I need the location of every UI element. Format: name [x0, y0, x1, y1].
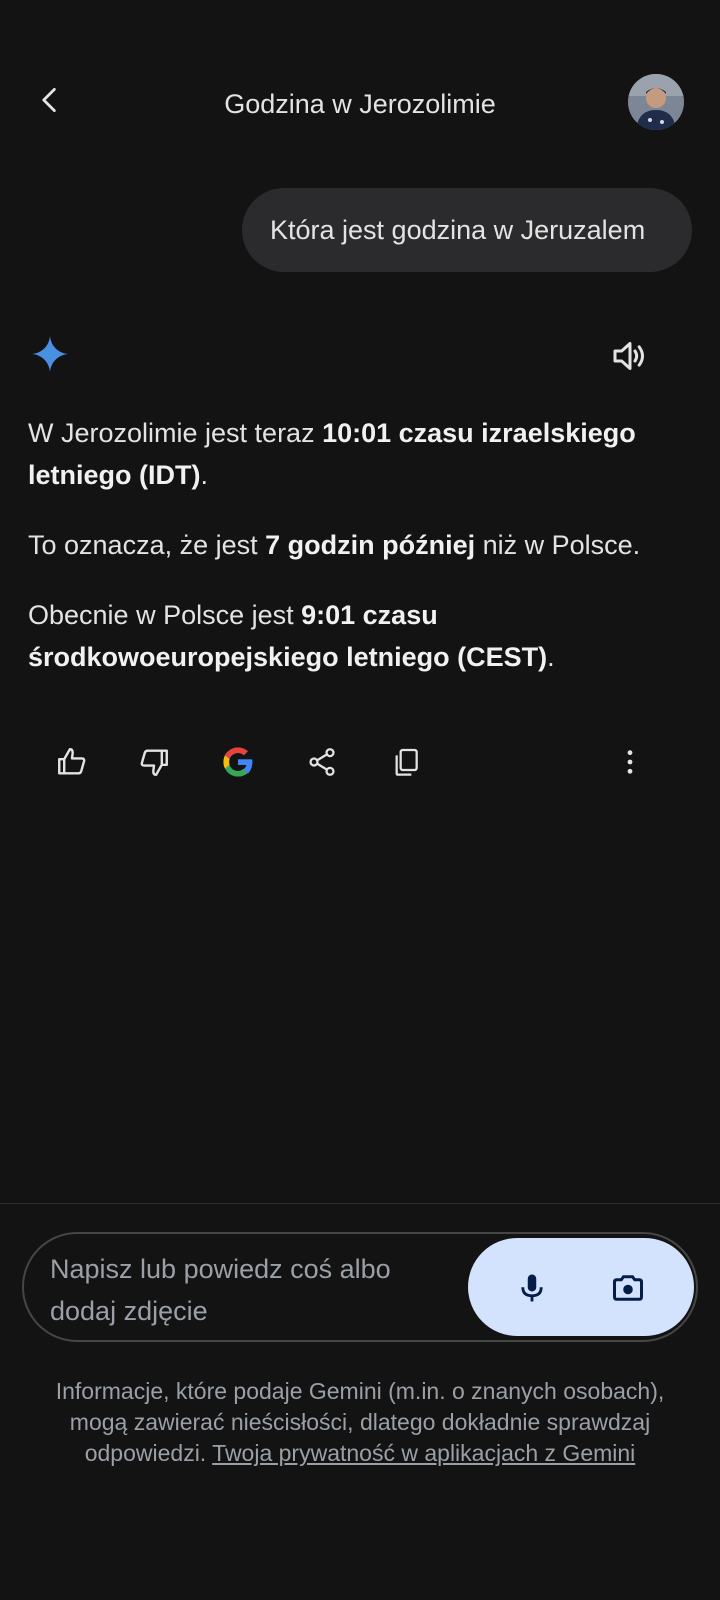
share-button[interactable]	[300, 740, 344, 784]
copy-icon	[395, 748, 418, 776]
thumbs-down-button[interactable]	[132, 740, 176, 784]
google-icon	[223, 747, 253, 777]
copy-button[interactable]	[384, 740, 428, 784]
share-icon	[309, 748, 335, 776]
more-options-button[interactable]	[608, 740, 652, 784]
gemini-sparkle-icon	[30, 334, 70, 374]
input-divider	[0, 1203, 720, 1204]
prompt-input[interactable]: Napisz lub powiedz coś albo dodaj zdjęci…	[50, 1248, 450, 1332]
read-aloud-button[interactable]	[610, 336, 650, 376]
thumbs-up-icon	[58, 748, 86, 775]
user-message-bubble: Która jest godzina w Jeruzalem	[242, 188, 692, 272]
privacy-link[interactable]: Twoja prywatność w aplikacjach z Gemini	[212, 1440, 635, 1466]
microphone-icon	[521, 1274, 543, 1302]
response-paragraph-1: W Jerozolimie jest teraz 10:01 czasu izr…	[28, 418, 636, 490]
speaker-icon	[613, 342, 644, 370]
more-vert-icon	[627, 750, 633, 774]
google-search-button[interactable]	[216, 740, 260, 784]
response-paragraph-3: Obecnie w Polsce jest 9:01 czasu środkow…	[28, 600, 555, 672]
camera-icon	[613, 1275, 643, 1301]
thumbs-up-button[interactable]	[50, 740, 94, 784]
page-title: Godzina w Jerozolimie	[224, 89, 496, 119]
avatar[interactable]	[628, 74, 684, 130]
input-actions-pill	[468, 1238, 694, 1336]
user-avatar-image	[628, 74, 684, 130]
disclaimer: Informacje, które podaje Gemini (m.in. o…	[55, 1378, 665, 1466]
thumbs-down-icon	[140, 749, 168, 776]
microphone-button[interactable]	[510, 1266, 554, 1310]
response-paragraph-2: To oznacza, że jest 7 godzin później niż…	[28, 530, 641, 560]
camera-button[interactable]	[606, 1266, 650, 1310]
